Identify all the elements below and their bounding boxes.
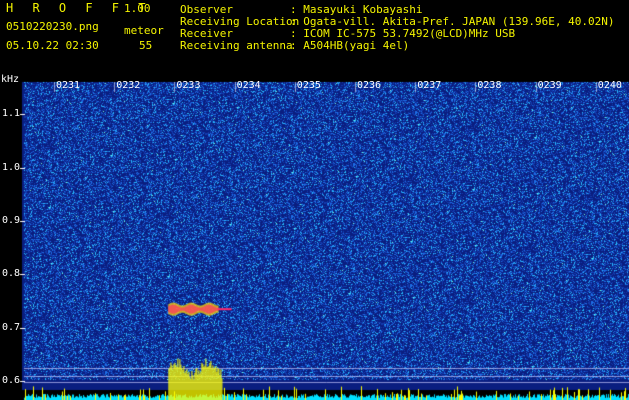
freq-tick-label: 1.0: [2, 161, 21, 173]
time-label: 0239: [537, 80, 562, 91]
spectrogram-panel: kHz 1.1 1.0 0.9 0.8 0.7 0.6 0231 0232 02…: [0, 74, 629, 400]
meteor-label: meteor: [124, 24, 164, 37]
freq-tick-label: 0.6: [2, 375, 21, 387]
time-label: 0240: [597, 80, 622, 91]
app-version: 1.00: [124, 2, 151, 15]
meteor-count: 55: [139, 39, 153, 52]
time-label: 0237: [417, 80, 442, 91]
antenna-value: : A504HB(yagi 4el): [290, 39, 410, 52]
freq-tick-label: 0.9: [2, 214, 21, 226]
time-label: 0236: [357, 80, 382, 91]
time-label: 0235: [296, 80, 321, 91]
freq-tick-label: 1.1: [2, 108, 21, 120]
spectrogram-canvas: [0, 74, 629, 400]
file-name: 0510220230.png: [6, 20, 99, 33]
time-label: 0232: [116, 80, 141, 91]
date-time: 05.10.22 02:30: [6, 39, 99, 52]
header-panel: H R O F F T 1.00 0510220230.png meteor 0…: [0, 0, 629, 74]
time-label: 0233: [176, 80, 201, 91]
time-label: 0234: [236, 80, 261, 91]
antenna-label: Receiving antenna: [180, 39, 293, 52]
time-label: 0231: [56, 80, 81, 91]
freq-unit-label: kHz: [1, 74, 20, 85]
time-label: 0238: [477, 80, 502, 91]
freq-tick-label: 0.8: [2, 268, 21, 280]
freq-tick-label: 0.7: [2, 321, 21, 333]
